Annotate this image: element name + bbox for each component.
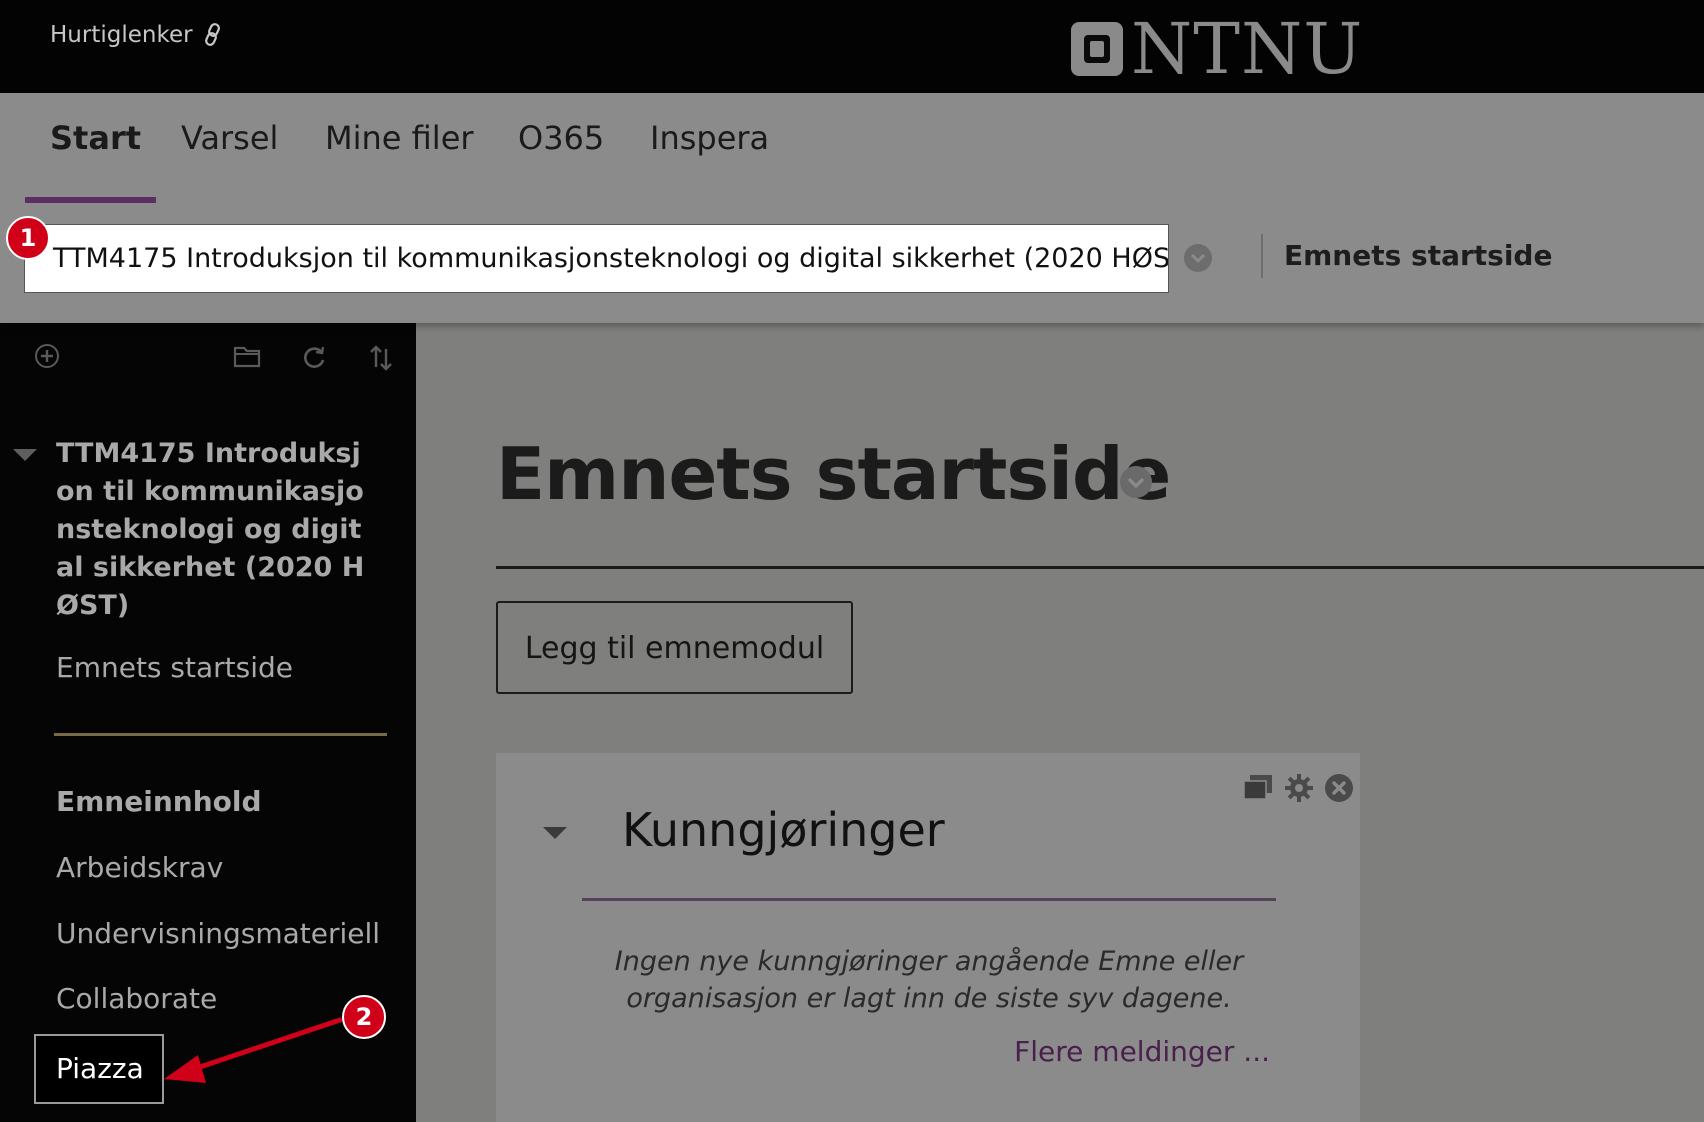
more-announcements-link[interactable]: Flere meldinger ...	[1014, 1035, 1270, 1068]
gear-icon[interactable]	[1284, 773, 1314, 807]
chevron-down-icon[interactable]	[1184, 244, 1212, 272]
collapse-triangle-icon[interactable]	[12, 447, 38, 467]
callout-marker-2: 2	[342, 995, 386, 1039]
tab-varsel[interactable]: Varsel	[181, 119, 278, 157]
sidebar-course-title[interactable]: TTM4175 Introduksjon til kommunikasjonst…	[56, 435, 376, 625]
refresh-icon[interactable]	[300, 343, 328, 375]
title-divider	[496, 566, 1704, 569]
link-icon	[203, 23, 223, 47]
callout-arrow	[164, 1017, 343, 1083]
tab-mine-filer[interactable]: Mine filer	[325, 119, 474, 157]
callout-marker-1: 1	[6, 216, 50, 260]
active-tab-indicator	[25, 197, 156, 203]
quicklinks-link[interactable]: Hurtiglenker	[50, 22, 223, 48]
header-divider	[1261, 234, 1263, 278]
header-band: Start Varsel Mine filer O365 Inspera TTM…	[0, 93, 1704, 323]
empty-announcements-message: Ingen nye kunngjøringer angående Emne el…	[614, 946, 1244, 1014]
ntnu-logo-mark	[1071, 22, 1123, 76]
close-icon[interactable]	[1324, 773, 1354, 807]
tab-inspera[interactable]: Inspera	[650, 119, 769, 157]
tab-start[interactable]: Start	[50, 119, 141, 157]
module-title: Kunngjøringer	[622, 803, 945, 857]
course-selector[interactable]: TTM4175 Introduksjon til kommunikasjonst…	[24, 224, 1169, 293]
sidebar-item-emnets-startside[interactable]: Emnets startside	[56, 651, 293, 684]
add-icon[interactable]	[34, 343, 60, 373]
collapse-triangle-icon[interactable]	[542, 825, 568, 845]
module-toolbar	[1242, 773, 1360, 807]
sidebar-item-undervisningsmateriell[interactable]: Undervisningsmateriell	[56, 917, 380, 950]
announcements-module: Kunngjøringer Ingen nye kunngjøringer an…	[496, 753, 1360, 1122]
module-divider	[582, 898, 1276, 901]
top-bar: Hurtiglenker NTNU	[0, 0, 1704, 93]
sidebar-divider	[54, 733, 387, 736]
sidebar-item-arbeidskrav[interactable]: Arbeidskrav	[56, 851, 223, 884]
sort-icon[interactable]	[368, 343, 394, 377]
add-course-module-button[interactable]: Legg til emnemodul	[496, 601, 853, 694]
tab-o365[interactable]: O365	[518, 119, 604, 157]
breadcrumb[interactable]: Emnets startside	[1284, 239, 1552, 272]
page-title: Emnets startside	[496, 432, 1171, 516]
sidebar-item-piazza[interactable]: Piazza	[34, 1034, 164, 1104]
chevron-down-icon[interactable]	[1119, 465, 1153, 503]
ntnu-logo[interactable]: NTNU	[1071, 14, 1363, 84]
folder-icon[interactable]	[233, 343, 261, 373]
quicklinks-label: Hurtiglenker	[50, 22, 193, 48]
ntnu-logo-text: NTNU	[1131, 8, 1364, 90]
window-icon[interactable]	[1242, 773, 1274, 807]
sidebar-section-heading: Emneinnhold	[56, 785, 262, 818]
